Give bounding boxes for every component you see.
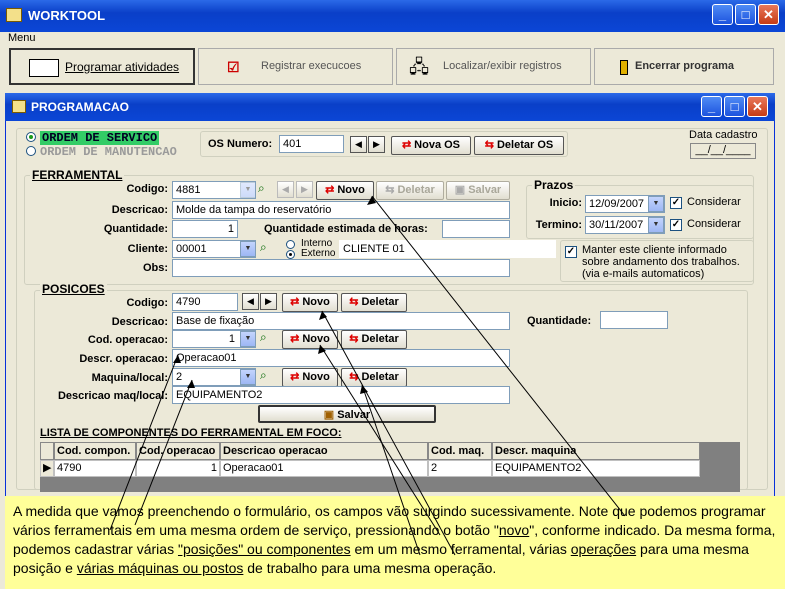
arrow-novo-operacao bbox=[319, 344, 441, 536]
arrow-campos-2 bbox=[134, 379, 193, 526]
arrow-novo-maquina bbox=[361, 384, 421, 556]
arrow-novo-ferramental bbox=[371, 195, 626, 517]
arrow-novo-posicoes bbox=[321, 310, 456, 556]
annotation-arrows bbox=[109, 195, 626, 556]
